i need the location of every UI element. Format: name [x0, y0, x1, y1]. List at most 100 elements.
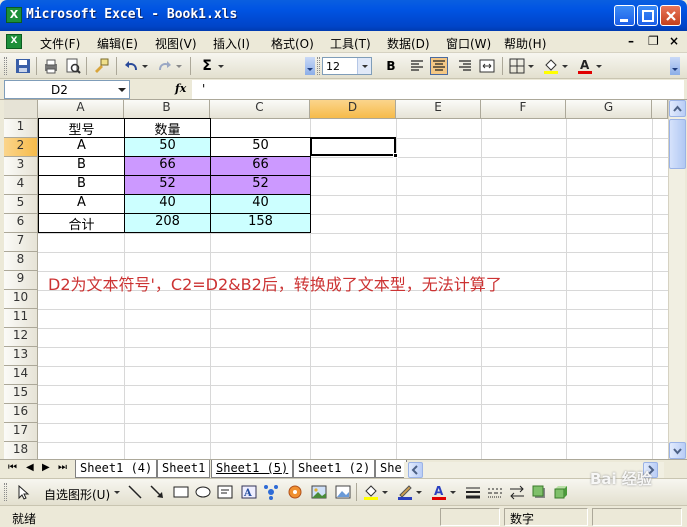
print-preview-icon[interactable] — [64, 57, 82, 75]
toolbar-grip[interactable] — [4, 57, 7, 75]
select-all-corner[interactable] — [4, 100, 38, 119]
redo-icon[interactable] — [156, 57, 174, 75]
active-cell-d2[interactable] — [310, 137, 396, 156]
cell-c4[interactable]: 52 — [210, 175, 311, 195]
row-header[interactable]: 14 — [4, 366, 38, 385]
redo-dropdown-icon[interactable] — [174, 57, 184, 75]
row-header[interactable]: 18 — [4, 442, 38, 459]
doc-restore-button[interactable]: ❐ — [648, 34, 659, 48]
cell-a3[interactable]: B — [38, 156, 125, 176]
row-header[interactable]: 12 — [4, 328, 38, 347]
col-header-f[interactable]: F — [481, 100, 566, 119]
save-icon[interactable] — [14, 57, 32, 75]
col-header-b[interactable]: B — [124, 100, 210, 119]
row-header[interactable]: 10 — [4, 290, 38, 309]
formula-input[interactable]: ' — [192, 80, 684, 99]
shadow-style-icon[interactable] — [530, 483, 548, 501]
menu-window[interactable]: 窗口(W) — [446, 35, 491, 52]
scroll-thumb[interactable] — [669, 119, 686, 169]
doc-close-button[interactable]: × — [669, 34, 679, 48]
font-size-select[interactable]: 12 — [322, 57, 372, 75]
bold-button[interactable]: B — [382, 57, 400, 75]
title-bar[interactable]: X Microsoft Excel - Book1.xls — [0, 0, 687, 31]
scroll-up-button[interactable] — [669, 100, 686, 117]
diagram-icon[interactable] — [262, 483, 280, 501]
borders-icon[interactable] — [508, 57, 526, 75]
row-header[interactable]: 5 — [4, 195, 38, 214]
font-color-icon[interactable]: A — [430, 483, 448, 501]
cell-c5[interactable]: 40 — [210, 194, 311, 214]
sheet-tab[interactable]: She — [375, 460, 407, 478]
menu-insert[interactable]: 插入(I) — [213, 35, 250, 52]
cell-a6[interactable]: 合计 — [38, 213, 125, 233]
row-header[interactable]: 16 — [4, 404, 38, 423]
align-center-icon[interactable] — [430, 57, 448, 75]
row-header[interactable]: 6 — [4, 214, 38, 233]
col-header-h[interactable] — [652, 100, 668, 119]
oval-icon[interactable] — [194, 483, 212, 501]
fill-color-icon[interactable] — [362, 483, 380, 501]
doc-minimize-button[interactable]: – — [628, 34, 634, 48]
line-color-icon[interactable] — [396, 483, 414, 501]
fill-color-dropdown-icon[interactable] — [560, 57, 570, 75]
row-header[interactable]: 15 — [4, 385, 38, 404]
line-icon[interactable] — [126, 483, 144, 501]
cell-b2[interactable]: 50 — [124, 137, 211, 157]
col-header-c[interactable]: C — [210, 100, 310, 119]
toolbar-grip[interactable] — [4, 483, 7, 501]
cell-a1[interactable]: 型号 — [38, 118, 125, 138]
menu-data[interactable]: 数据(D) — [387, 35, 430, 52]
undo-icon[interactable] — [122, 57, 140, 75]
fill-color-dropdown-icon[interactable] — [380, 483, 390, 501]
sheet-tab[interactable]: Sheet1 (4) — [75, 460, 158, 478]
menu-format[interactable]: 格式(O) — [271, 35, 314, 52]
picture-icon[interactable] — [334, 483, 352, 501]
select-objects-icon[interactable] — [14, 483, 32, 501]
first-sheet-icon[interactable]: ⏮ — [8, 462, 17, 473]
3d-style-icon[interactable] — [552, 483, 570, 501]
fill-handle[interactable] — [393, 153, 398, 158]
toolbar-options-icon[interactable] — [305, 57, 315, 75]
row-header[interactable]: 17 — [4, 423, 38, 442]
chevron-down-icon[interactable] — [115, 81, 129, 98]
insert-function-icon[interactable]: fx — [175, 82, 186, 95]
text-box-icon[interactable] — [216, 483, 234, 501]
menu-view[interactable]: 视图(V) — [155, 35, 197, 52]
borders-dropdown-icon[interactable] — [526, 57, 536, 75]
col-header-g[interactable]: G — [566, 100, 652, 119]
undo-dropdown-icon[interactable] — [140, 57, 150, 75]
fill-color-icon[interactable] — [542, 57, 560, 75]
cell-b3[interactable]: 66 — [124, 156, 211, 176]
row-header[interactable]: 9 — [4, 271, 38, 290]
wordart-icon[interactable]: A — [240, 483, 258, 501]
dash-style-icon[interactable] — [486, 483, 504, 501]
row-header[interactable]: 2 — [4, 138, 38, 157]
autosum-icon[interactable]: Σ — [198, 57, 216, 75]
cell-a2[interactable]: A — [38, 137, 125, 157]
align-left-icon[interactable] — [408, 57, 426, 75]
name-box[interactable]: D2 — [4, 80, 130, 99]
cell-a5[interactable]: A — [38, 194, 125, 214]
cell-b1[interactable]: 数量 — [124, 118, 211, 138]
sheet-tab-active[interactable]: Sheet1 (5) — [211, 460, 294, 478]
rectangle-icon[interactable] — [172, 483, 190, 501]
clip-art-icon[interactable] — [286, 483, 304, 501]
print-icon[interactable] — [42, 57, 60, 75]
minimize-button[interactable] — [614, 5, 635, 26]
row-header[interactable]: 4 — [4, 176, 38, 195]
col-header-e[interactable]: E — [396, 100, 481, 119]
menu-tools[interactable]: 工具(T) — [330, 35, 371, 52]
line-style-icon[interactable] — [464, 483, 482, 501]
row-header[interactable]: 3 — [4, 157, 38, 176]
row-header[interactable]: 13 — [4, 347, 38, 366]
toolbar-options-icon[interactable] — [670, 57, 680, 75]
arrow-style-icon[interactable] — [508, 483, 526, 501]
close-button[interactable] — [660, 5, 681, 26]
font-color-dropdown-icon[interactable] — [594, 57, 604, 75]
row-header[interactable]: 1 — [4, 119, 38, 138]
autoshapes-dropdown-icon[interactable] — [112, 483, 122, 501]
font-color-dropdown-icon[interactable] — [448, 483, 458, 501]
prev-sheet-icon[interactable]: ◀ — [26, 462, 34, 473]
cell-c3[interactable]: 66 — [210, 156, 311, 176]
sheet-tab[interactable]: Sheet1 — [157, 460, 211, 478]
